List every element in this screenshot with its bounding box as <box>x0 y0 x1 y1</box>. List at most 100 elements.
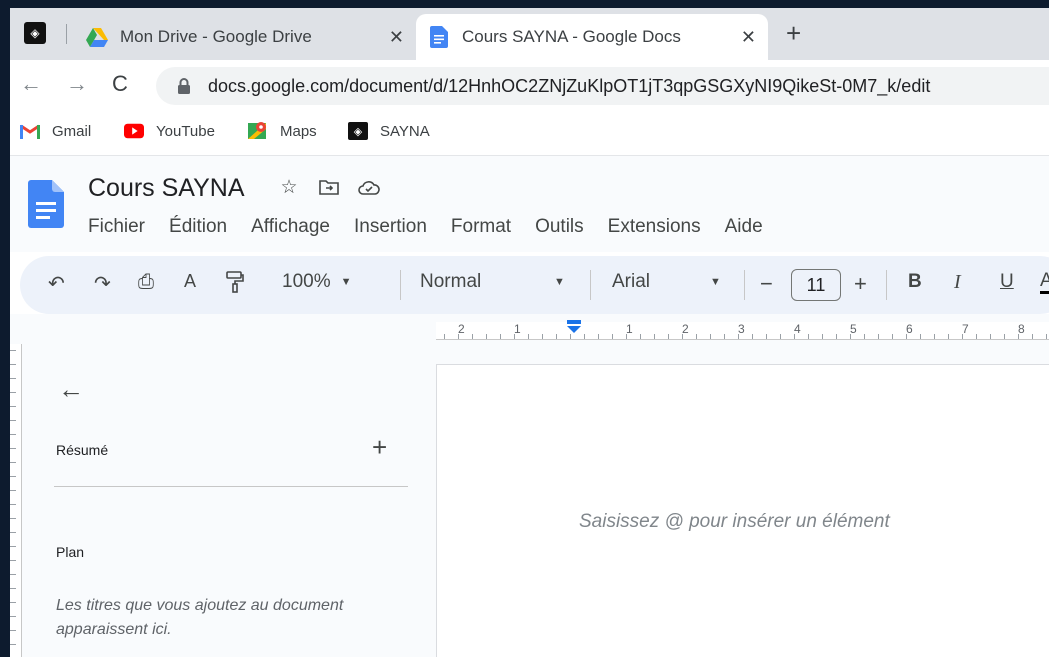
back-button[interactable]: ← <box>20 71 42 97</box>
star-icon[interactable]: ☆ <box>278 176 300 198</box>
ruler-tick <box>808 334 809 339</box>
docs-icon <box>428 26 450 48</box>
paint-roller-icon <box>226 271 244 293</box>
menu-tools[interactable]: Outils <box>527 216 592 238</box>
sayna-icon: ◈ <box>348 122 368 140</box>
ruler-tick <box>976 334 977 339</box>
ruler-tick <box>710 334 711 339</box>
underline-button[interactable]: U <box>1000 271 1014 293</box>
title-actions: ☆ <box>278 176 380 198</box>
ruler-tick <box>10 392 16 393</box>
increase-font-size-button[interactable]: + <box>854 271 867 297</box>
italic-button[interactable]: I <box>954 271 961 294</box>
zoom-dropdown[interactable]: 100% ▼ <box>282 271 352 293</box>
toolbar-divider <box>400 270 401 300</box>
ruler-tick <box>500 334 501 339</box>
text-color-button[interactable]: A <box>1040 271 1049 294</box>
cloud-status-icon[interactable] <box>358 176 380 198</box>
formatting-toolbar: ↶ ↷ ⎙ A 100% ▼ Normal ▼ Arial ▼ − 11 + B… <box>20 256 1049 314</box>
forward-button[interactable]: → <box>66 71 88 97</box>
lock-icon[interactable] <box>174 76 194 96</box>
bookmark-gmail[interactable]: Gmail <box>20 122 91 140</box>
bookmark-sayna[interactable]: ◈ SAYNA <box>348 122 430 140</box>
ruler-tick <box>10 630 16 631</box>
ruler-number: 2 <box>458 322 465 336</box>
docs-logo-icon[interactable] <box>28 180 64 228</box>
ruler-tick <box>780 334 781 339</box>
ruler-tick <box>668 334 669 339</box>
toolbar-divider <box>886 270 887 300</box>
paint-format-button[interactable] <box>226 271 244 293</box>
close-icon[interactable]: ✕ <box>389 27 404 48</box>
menu-help[interactable]: Aide <box>717 216 771 238</box>
ruler-tick <box>10 518 16 519</box>
bookmark-youtube[interactable]: YouTube <box>124 122 215 140</box>
menu-insert[interactable]: Insertion <box>346 216 435 238</box>
chevron-down-icon: ▼ <box>554 276 565 288</box>
ruler-number: 2 <box>682 322 689 336</box>
ruler-tick <box>528 334 529 339</box>
menu-file[interactable]: Fichier <box>80 216 153 238</box>
bookmark-label: SAYNA <box>380 122 430 140</box>
font-size-input[interactable]: 11 <box>791 269 841 301</box>
spellcheck-button[interactable]: A <box>184 271 196 292</box>
ruler-tick <box>10 490 16 491</box>
decrease-font-size-button[interactable]: − <box>760 271 773 297</box>
sayna-app-icon[interactable]: ◈ <box>24 22 46 44</box>
reload-button[interactable]: C <box>112 71 128 97</box>
style-dropdown[interactable]: Normal ▼ <box>420 271 565 293</box>
ruler-tick <box>10 364 16 365</box>
menu-view[interactable]: Affichage <box>243 216 338 238</box>
ruler-strip[interactable]: 2 1 1 2 3 4 5 6 7 8 <box>436 322 1049 340</box>
ruler-tick <box>990 334 991 339</box>
font-dropdown[interactable]: Arial ▼ <box>612 271 721 293</box>
bold-button[interactable]: B <box>908 271 922 293</box>
close-outline-button[interactable]: ← <box>58 374 84 405</box>
toolbar-divider <box>744 270 745 300</box>
move-folder-icon[interactable] <box>318 176 340 198</box>
style-value: Normal <box>420 271 482 292</box>
document-title[interactable]: Cours SAYNA <box>88 174 245 203</box>
ruler-tick <box>598 334 599 339</box>
menu-edit[interactable]: Édition <box>161 216 235 238</box>
summary-label: Résumé <box>56 442 109 458</box>
add-summary-button[interactable]: + <box>372 432 387 463</box>
document-page[interactable]: Saisissez @ pour insérer un élément <box>436 364 1049 657</box>
ruler-tick <box>10 546 16 547</box>
ruler-tick <box>948 334 949 339</box>
close-icon[interactable]: ✕ <box>741 27 756 48</box>
outline-hint: Les titres que vous ajoutez au document … <box>56 597 344 638</box>
maps-icon <box>248 122 268 140</box>
url-input[interactable]: docs.google.com/document/d/12HnhOC2ZNjZu… <box>156 67 1049 105</box>
ruler-tick <box>10 588 16 589</box>
undo-button[interactable]: ↶ <box>48 271 65 296</box>
ruler-tick <box>486 334 487 339</box>
tab-google-drive[interactable]: Mon Drive - Google Drive ✕ <box>74 14 416 60</box>
zoom-value: 100% <box>282 271 331 292</box>
tab-title: Mon Drive - Google Drive <box>120 27 312 46</box>
gmail-icon <box>20 122 40 140</box>
ruler-tick <box>10 462 16 463</box>
ruler-number: 1 <box>626 322 633 336</box>
vertical-ruler[interactable] <box>10 344 22 657</box>
redo-button[interactable]: ↷ <box>94 271 111 296</box>
tab-google-docs[interactable]: Cours SAYNA - Google Docs ✕ <box>416 14 768 60</box>
ruler-tick <box>10 644 16 645</box>
ruler-tick <box>444 334 445 339</box>
document-area: ← Résumé + Plan Les titres que vous ajou… <box>10 344 1049 657</box>
print-button[interactable]: ⎙ <box>138 271 154 294</box>
ruler-tick <box>10 448 16 449</box>
tab-separator <box>66 24 67 44</box>
outline-divider <box>54 486 408 487</box>
ruler-tick <box>10 602 16 603</box>
drive-icon <box>86 26 108 48</box>
menu-format[interactable]: Format <box>443 216 519 238</box>
ruler-tick <box>654 334 655 339</box>
ruler-tick <box>696 334 697 339</box>
indent-marker-icon[interactable] <box>566 320 582 334</box>
ruler-tick <box>822 334 823 339</box>
menu-extensions[interactable]: Extensions <box>600 216 709 238</box>
toolbar-divider <box>590 270 591 300</box>
new-tab-button[interactable]: + <box>786 20 801 46</box>
bookmark-maps[interactable]: Maps <box>248 122 317 140</box>
